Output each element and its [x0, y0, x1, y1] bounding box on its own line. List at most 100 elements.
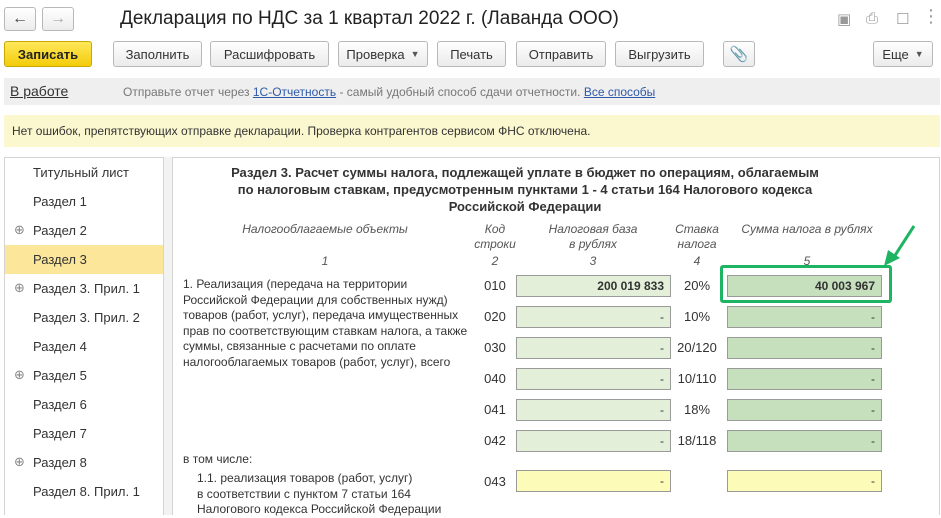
preview-icon[interactable]: ☐: [896, 10, 909, 28]
tax-field-041[interactable]: -: [727, 399, 882, 421]
status-link[interactable]: В работе: [10, 83, 68, 99]
nav-item-label: Раздел 8. Прил. 1: [33, 484, 140, 499]
section-title-line: Российской Федерации: [448, 199, 602, 214]
row-code: 040: [484, 371, 506, 386]
chevron-down-icon: ▼: [410, 49, 420, 59]
save-icon[interactable]: ▣: [837, 10, 851, 28]
expand-icon[interactable]: ⊕: [14, 454, 25, 470]
nav-item-label: Раздел 7: [33, 426, 87, 441]
send-button[interactable]: Отправить: [516, 41, 606, 67]
print-icon[interactable]: ⎙: [866, 10, 878, 27]
attach-button[interactable]: 📎: [723, 41, 755, 67]
col-header-base: Налоговая база в рублях: [515, 222, 671, 252]
hint-middle: - самый удобный способ сдачи отчетности.: [339, 85, 581, 99]
row-code: 010: [484, 278, 506, 293]
highlight-box: [720, 265, 892, 303]
tax-field-020[interactable]: -: [727, 306, 882, 328]
row-code: 041: [484, 402, 506, 417]
col-header-rate: Ставка налога: [665, 222, 729, 252]
row-code: 020: [484, 309, 506, 324]
nav-item-section-3-app-1[interactable]: ⊕ Раздел 3. Прил. 1: [5, 274, 163, 303]
base-field-020[interactable]: -: [516, 306, 671, 328]
base-field-030[interactable]: -: [516, 337, 671, 359]
nav-item-section-1[interactable]: Раздел 1: [5, 187, 163, 216]
row-rate: 10%: [683, 309, 711, 324]
nav-item-section-8[interactable]: ⊕ Раздел 8: [5, 448, 163, 477]
nav-item-section-4[interactable]: Раздел 4: [5, 332, 163, 361]
arrow-left-icon: ←: [12, 10, 28, 27]
item-1-line: прав по соответствующим ставкам налога, …: [183, 323, 468, 338]
nav-item-label: Раздел 2: [33, 223, 87, 238]
print-button[interactable]: Печать: [437, 41, 506, 67]
base-field-010[interactable]: 200 019 833: [516, 275, 671, 297]
base-field-041[interactable]: -: [516, 399, 671, 421]
check-button[interactable]: Проверка ▼: [338, 41, 428, 67]
splitter[interactable]: [164, 157, 172, 515]
nav-item-section-3[interactable]: Раздел 3: [5, 245, 163, 274]
export-button[interactable]: Выгрузить: [615, 41, 704, 67]
base-field-040[interactable]: -: [516, 368, 671, 390]
col-header-line: Ставка: [675, 222, 719, 236]
tax-field-042[interactable]: -: [727, 430, 882, 452]
tax-field-040[interactable]: -: [727, 368, 882, 390]
base-field-043[interactable]: -: [516, 470, 671, 492]
nav-item-section-5[interactable]: ⊕ Раздел 5: [5, 361, 163, 390]
nav-item-label: Раздел 3. Прил. 1: [33, 281, 140, 296]
sub-item-line: в соответствии с пунктом 7 статьи 164: [197, 486, 411, 501]
row-rate: 18/118: [677, 433, 717, 448]
check-label: Проверка: [346, 46, 405, 62]
sub-item-1-description: 1.1. реализация товаров (работ, услуг) в…: [197, 471, 477, 518]
col-header-line: налога: [677, 237, 717, 251]
decode-button[interactable]: Расшифровать: [210, 41, 329, 67]
item-1-line: 1. Реализация (передача на территории: [183, 277, 408, 291]
col-header-line: Налоговая база: [548, 222, 638, 236]
sub-item-line: 1.1. реализация товаров (работ, услуг): [197, 471, 413, 485]
section-title: Раздел 3. Расчет суммы налога, подлежаще…: [200, 164, 850, 215]
nav-item-section-3-app-2[interactable]: Раздел 3. Прил. 2: [5, 303, 163, 332]
chevron-down-icon: ▼: [914, 49, 924, 59]
nav-item-label: Раздел 5: [33, 368, 87, 383]
item-1-line: суммы, связанные с расчетами по оплате: [183, 339, 416, 353]
nav-item-section-2[interactable]: ⊕ Раздел 2: [5, 216, 163, 245]
annotation-arrow-icon: [884, 225, 916, 266]
nav-item-label: Раздел 4: [33, 339, 87, 354]
tax-field-030[interactable]: -: [727, 337, 882, 359]
save-button[interactable]: Записать: [4, 41, 92, 67]
row-rate: 18%: [683, 402, 711, 417]
item-1-line: Российской Федерации для собственных нуж…: [183, 292, 448, 307]
expand-icon[interactable]: ⊕: [14, 280, 25, 296]
row-code: 042: [484, 433, 506, 448]
forward-button[interactable]: →: [42, 7, 74, 31]
row-rate: 20/120: [677, 340, 717, 355]
nav-item-label: Раздел 3. Прил. 2: [33, 310, 140, 325]
back-button[interactable]: ←: [4, 7, 36, 31]
nav-item-label: Титульный лист: [33, 165, 130, 180]
expand-icon[interactable]: ⊕: [14, 367, 25, 383]
hint-link-1c[interactable]: 1С-Отчетность: [253, 85, 336, 99]
section-title-line: по налоговым ставкам, предусмотренным пу…: [237, 182, 813, 197]
nav-item-title-page[interactable]: Титульный лист: [5, 158, 163, 187]
nav-item-section-6[interactable]: Раздел 6: [5, 390, 163, 419]
section-nav: Титульный лист Раздел 1 ⊕ Раздел 2 Раздел…: [4, 157, 164, 515]
expand-icon[interactable]: ⊕: [14, 222, 25, 238]
more-button[interactable]: Еще ▼: [873, 41, 933, 67]
col-header-line: в рублях: [569, 237, 617, 251]
including-label: в том числе:: [183, 452, 253, 466]
nav-item-section-7[interactable]: Раздел 7: [5, 419, 163, 448]
item-1-line: налогооблагаемых товаров (работ, услуг),…: [183, 354, 451, 369]
fill-button[interactable]: Заполнить: [113, 41, 202, 67]
more-icon[interactable]: ⋮: [922, 6, 940, 27]
arrow-right-icon: →: [50, 10, 66, 27]
hint-text: Отправьте отчет через 1С-Отчетность - са…: [123, 85, 655, 99]
paperclip-icon: 📎: [729, 46, 749, 63]
hint-prefix: Отправьте отчет через: [123, 85, 250, 99]
col-header-tax: Сумма налога в рублях: [741, 222, 873, 236]
window-title: Декларация по НДС за 1 квартал 2022 г. (…: [120, 8, 619, 29]
base-field-042[interactable]: -: [516, 430, 671, 452]
nav-item-section-8-app-1[interactable]: Раздел 8. Прил. 1: [5, 477, 163, 506]
hint-link-all-ways[interactable]: Все способы: [584, 85, 656, 99]
section-title-line: Раздел 3. Расчет суммы налога, подлежаще…: [231, 165, 819, 180]
tax-field-043[interactable]: -: [727, 470, 882, 492]
more-label: Еще: [882, 46, 909, 62]
row-code: 030: [484, 340, 506, 355]
